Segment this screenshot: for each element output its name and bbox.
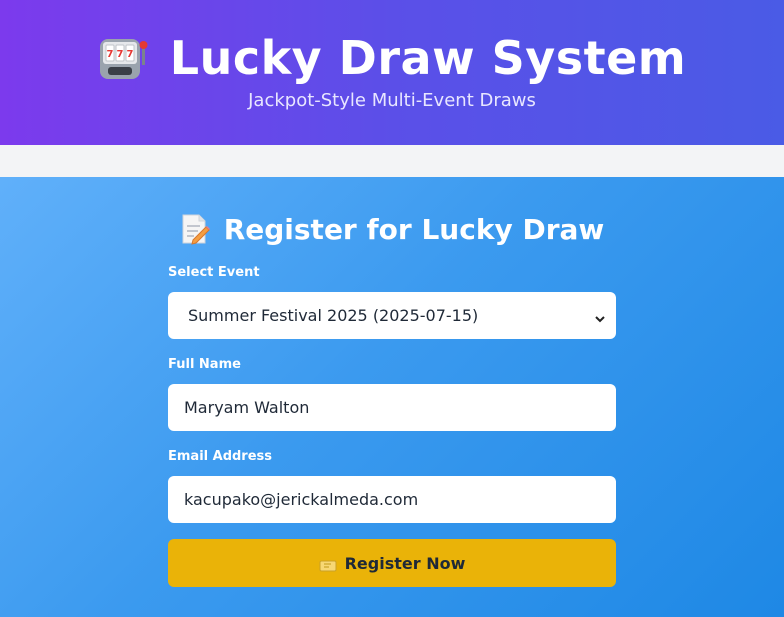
svg-text:7: 7 xyxy=(116,49,123,60)
event-select-value: Summer Festival 2025 (2025-07-15) xyxy=(188,306,479,325)
memo-icon xyxy=(180,213,210,245)
event-label: Select Event xyxy=(168,265,260,280)
name-label: Full Name xyxy=(168,357,241,372)
register-button[interactable]: Register Now xyxy=(168,539,616,587)
app-header: 7 7 7 Lucky Draw System Jackpot-Style Mu… xyxy=(0,0,784,145)
email-input[interactable]: kacupako@jerickalmeda.com xyxy=(168,476,616,523)
ticket-icon xyxy=(319,557,337,572)
register-panel: Register for Lucky Draw Select Event Sum… xyxy=(0,177,784,617)
register-form: Select Event Summer Festival 2025 (2025-… xyxy=(168,247,616,587)
register-title-row: Register for Lucky Draw xyxy=(0,211,784,247)
register-title: Register for Lucky Draw xyxy=(223,212,605,246)
page-title: Lucky Draw System xyxy=(169,31,687,85)
divider-band xyxy=(0,145,784,177)
event-select[interactable]: Summer Festival 2025 (2025-07-15) xyxy=(168,292,616,339)
slot-machine-icon: 7 7 7 xyxy=(98,35,150,81)
svg-text:7: 7 xyxy=(126,49,133,60)
register-button-label: Register Now xyxy=(344,553,466,573)
full-name-value: Maryam Walton xyxy=(184,398,310,417)
full-name-input[interactable]: Maryam Walton xyxy=(168,384,616,431)
email-value: kacupako@jerickalmeda.com xyxy=(184,490,419,509)
svg-text:7: 7 xyxy=(106,49,113,60)
title-row: 7 7 7 Lucky Draw System xyxy=(0,30,784,86)
page-subtitle: Jackpot-Style Multi-Event Draws xyxy=(248,90,536,111)
chevron-down-icon xyxy=(594,310,606,322)
email-label: Email Address xyxy=(168,449,273,464)
